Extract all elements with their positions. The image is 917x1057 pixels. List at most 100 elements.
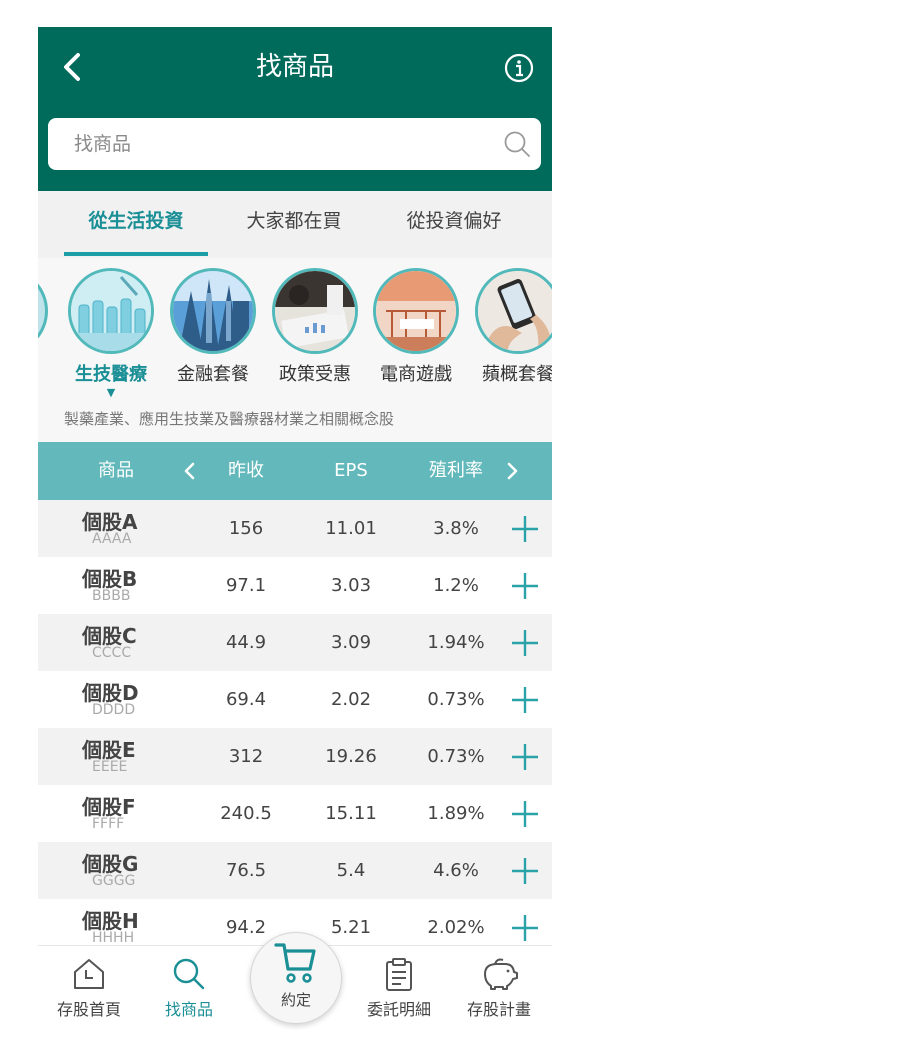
bottom-nav: 存股首頁 找商品 約定 委託明細 存股計畫 [38, 932, 552, 1057]
stock-yield: 0.73% [427, 746, 485, 767]
stock-close: 240.5 [220, 803, 272, 824]
stock-yield: 4.6% [433, 860, 479, 881]
caret-down-icon: ▼ [106, 386, 116, 399]
stock-close: 156 [228, 518, 264, 539]
table-row[interactable]: 個股E EEEE 312 19.26 0.73% [38, 728, 552, 785]
tab-bar: 從生活投資 大家都在買 從投資偏好 [38, 191, 552, 258]
stock-eps: 5.4 [336, 860, 366, 881]
tab-preference[interactable]: 從投資偏好 [382, 191, 526, 258]
table-row[interactable]: 個股A AAAA 156 11.01 3.8% [38, 500, 552, 557]
table-row[interactable]: 個股D DDDD 69.4 2.02 0.73% [38, 671, 552, 728]
clipboard-icon [386, 958, 412, 991]
search-input[interactable] [48, 118, 488, 170]
page-title: 找商品 [255, 52, 334, 82]
category-biotech-image [68, 268, 154, 354]
add-icon[interactable] [510, 913, 540, 943]
category-apple-image [475, 268, 552, 354]
category-ecommerce-image [373, 268, 459, 354]
nav-home[interactable]: 存股首頁 [44, 956, 134, 1020]
stock-code: GGGG [92, 873, 136, 889]
stock-eps: 3.03 [330, 575, 372, 596]
column-header-eps: EPS [334, 460, 368, 481]
category-finance-image [170, 268, 256, 354]
nav-label: 存股首頁 [56, 1000, 121, 1019]
stock-code: DDDD [92, 702, 136, 718]
chevron-right-icon[interactable] [504, 458, 522, 484]
stock-code: BBBB [92, 588, 131, 604]
stock-yield: 1.2% [433, 575, 479, 596]
stock-close: 44.9 [225, 632, 267, 653]
info-icon [504, 53, 534, 83]
category-label: 金融套餐 [177, 364, 249, 385]
table-row[interactable]: 個股G GGGG 76.5 5.4 4.6% [38, 842, 552, 899]
category-biotech[interactable]: 生技醫療 ▼ [65, 268, 157, 398]
tab-popular[interactable]: 大家都在買 [224, 191, 364, 258]
cart-icon [274, 943, 316, 983]
stock-eps: 11.01 [325, 518, 377, 539]
nav-cart[interactable]: 約定 [250, 932, 342, 1024]
column-header-product: 商品 [98, 460, 134, 481]
header: 找商品 [38, 27, 552, 191]
stock-close: 97.1 [225, 575, 267, 596]
nav-label: 存股計畫 [466, 1000, 531, 1019]
stock-eps: 19.26 [325, 746, 377, 767]
column-header-close: 昨收 [228, 460, 264, 481]
stock-code: FFFF [92, 816, 125, 832]
tab-life-investing[interactable]: 從生活投資 [64, 191, 208, 258]
home-icon [74, 959, 104, 989]
add-icon[interactable] [510, 799, 540, 829]
category-label: 蘋概套餐 [482, 364, 552, 385]
stock-code: HHHH [92, 930, 135, 945]
nav-orders[interactable]: 委託明細 [354, 956, 444, 1020]
table-row[interactable]: 個股B BBBB 97.1 3.03 1.2% [38, 557, 552, 614]
stock-eps: 15.11 [325, 803, 377, 824]
app-screen: 找商品 從生活投資 大家都在買 從投資偏好 [38, 27, 552, 1057]
table-header: 商品 昨收 EPS 殖利率 [38, 442, 552, 500]
add-icon[interactable] [510, 514, 540, 544]
stock-yield: 2.02% [427, 917, 485, 938]
stock-close: 69.4 [225, 689, 267, 710]
category-policy[interactable]: 政策受惠 [269, 268, 361, 386]
add-icon[interactable] [510, 742, 540, 772]
stock-yield: 3.8% [433, 518, 479, 539]
nav-find-product[interactable]: 找商品 [144, 956, 234, 1020]
stock-yield: 0.73% [427, 689, 485, 710]
category-finance[interactable]: 金融套餐 [167, 268, 259, 386]
category-label: 政策受惠 [279, 364, 351, 385]
nav-label: 找商品 [164, 1000, 213, 1019]
search-icon [173, 958, 205, 990]
stock-close: 312 [228, 746, 264, 767]
add-icon[interactable] [510, 685, 540, 715]
search-bar [48, 118, 541, 170]
nav-label: 委託明細 [366, 1000, 431, 1019]
stock-code: CCCC [92, 645, 132, 661]
stock-yield: 1.89% [427, 803, 485, 824]
tab-active-indicator [64, 252, 208, 256]
piggy-bank-icon [484, 958, 518, 990]
search-icon[interactable] [503, 130, 531, 158]
chevron-left-icon[interactable] [180, 458, 198, 484]
stock-code: EEEE [92, 759, 128, 775]
stock-yield: 1.94% [427, 632, 485, 653]
column-header-yield: 殖利率 [429, 460, 483, 481]
category-policy-image [272, 268, 358, 354]
stock-eps: 2.02 [330, 689, 372, 710]
add-icon[interactable] [510, 571, 540, 601]
category-apple[interactable]: 蘋概套餐 [472, 268, 552, 386]
category-label: 電商遊戲 [380, 364, 452, 385]
stock-eps: 3.09 [330, 632, 372, 653]
table-row[interactable]: 個股F FFFF 240.5 15.11 1.89% [38, 785, 552, 842]
info-button[interactable] [504, 53, 534, 83]
stock-list: 個股A AAAA 156 11.01 3.8% 個股B BBBB 97.1 3.… [38, 500, 552, 945]
category-description: 製藥產業、應用生技業及醫療器材業之相關概念股 [64, 410, 395, 428]
nav-savings-plan[interactable]: 存股計畫 [454, 956, 544, 1020]
category-partial-left [38, 268, 48, 354]
add-icon[interactable] [510, 856, 540, 886]
add-icon[interactable] [510, 628, 540, 658]
category-ecommerce[interactable]: 電商遊戲 [370, 268, 462, 386]
stock-close: 76.5 [225, 860, 267, 881]
category-carousel[interactable]: 生技醫療 ▼ 金融套餐 政策受惠 電商遊戲 蘋概套餐 製藥產業、應用生技業及醫療… [38, 258, 552, 442]
table-row[interactable]: 個股C CCCC 44.9 3.09 1.94% [38, 614, 552, 671]
category-label: 生技醫療 [75, 364, 147, 385]
nav-label: 約定 [280, 991, 311, 1009]
